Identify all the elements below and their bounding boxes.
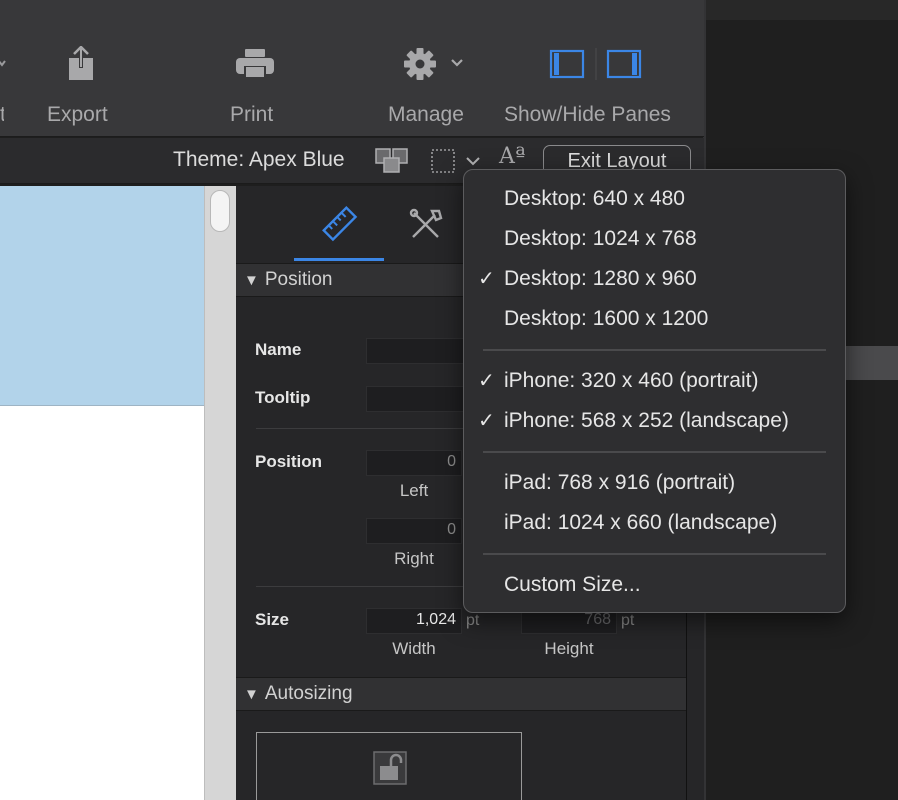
layout-header-part[interactable] (0, 186, 204, 406)
right-value: 0 (447, 521, 456, 538)
left-value: 0 (447, 453, 456, 470)
position-section-title: Position (264, 269, 333, 290)
menu-item-desktop-1024[interactable]: Desktop: 1024 x 768 (464, 221, 845, 257)
chevron-down-icon (451, 59, 463, 67)
print-button[interactable]: Print (220, 0, 290, 137)
menu-item-label: iPad: 1024 x 660 (landscape) (504, 511, 778, 534)
height-value: 768 (584, 611, 611, 628)
menu-separator (483, 553, 826, 555)
menu-item-ipad-portrait[interactable]: iPad: 768 x 916 (portrait) (464, 465, 845, 501)
menu-item-label: Desktop: 1600 x 1200 (504, 307, 709, 330)
autosizing-section-title: Autosizing (264, 683, 353, 704)
app-window: t Export Print Manage Show/Hide Panes Th… (0, 0, 898, 800)
clipped-toolbar-label: t (0, 103, 4, 126)
height-unit: pt (621, 612, 635, 629)
show-hide-panes-label: Show/Hide Panes (504, 103, 671, 126)
menu-item-label: Desktop: 1280 x 960 (504, 267, 697, 290)
manage-label: Manage (388, 103, 464, 126)
tooltip-label: Tooltip (255, 388, 311, 407)
left-label: Left (399, 481, 429, 500)
divider (256, 428, 486, 429)
main-toolbar: t Export Print Manage Show/Hide Panes (0, 0, 704, 137)
menu-item-desktop-1280[interactable]: ✓ Desktop: 1280 x 960 (464, 261, 845, 297)
layout-body-part[interactable] (0, 406, 204, 800)
lock-open-icon[interactable] (373, 751, 407, 785)
menu-item-iphone-landscape[interactable]: ✓ iPhone: 568 x 252 (landscape) (464, 403, 845, 439)
manage-button[interactable]: Manage (386, 0, 476, 137)
right-pane-selection-band (846, 346, 898, 380)
menu-item-custom-size[interactable]: Custom Size... (464, 567, 845, 603)
tooltip-field[interactable] (366, 386, 476, 412)
printer-icon (235, 44, 275, 84)
width-unit: pt (466, 612, 480, 629)
chevron-down-icon[interactable] (465, 156, 481, 166)
checkmark-icon: ✓ (478, 268, 495, 290)
menu-separator (483, 451, 826, 453)
menu-item-ipad-landscape[interactable]: iPad: 1024 x 660 (landscape) (464, 505, 845, 541)
menu-item-iphone-portrait[interactable]: ✓ iPhone: 320 x 460 (portrait) (464, 363, 845, 399)
checkmark-icon: ✓ (478, 410, 495, 432)
tools-icon[interactable] (408, 208, 444, 242)
disclosure-triangle-icon: ▼ (244, 686, 259, 703)
checkmark-icon: ✓ (478, 370, 495, 392)
active-tab-indicator (294, 258, 384, 261)
scrollbar-thumb[interactable] (210, 190, 230, 232)
menu-item-label: iPad: 768 x 916 (portrait) (504, 471, 736, 494)
size-label: Size (255, 610, 290, 629)
height-label: Height (544, 639, 594, 658)
menu-item-label: Desktop: 640 x 480 (504, 187, 685, 210)
vertical-scrollbar[interactable] (204, 186, 236, 800)
menu-item-label: Desktop: 1024 x 768 (504, 227, 697, 250)
font-size-icon[interactable]: Aª (499, 144, 525, 169)
menu-item-desktop-1600[interactable]: Desktop: 1600 x 1200 (464, 301, 845, 337)
menu-item-label: iPhone: 568 x 252 (landscape) (504, 409, 789, 432)
right-label: Right (394, 549, 434, 568)
menu-item-label: Custom Size... (504, 573, 641, 596)
layout-size-icon[interactable] (430, 148, 456, 174)
export-label: Export (47, 103, 108, 126)
theme-label[interactable]: Theme: Apex Blue (173, 148, 345, 172)
width-label: Width (392, 639, 436, 658)
autosizing-anchor-box (256, 732, 522, 800)
menu-item-desktop-640[interactable]: Desktop: 640 x 480 (464, 181, 845, 217)
menu-separator (483, 349, 826, 351)
theme-picker-icon[interactable] (375, 148, 409, 174)
ruler-icon[interactable] (322, 206, 358, 242)
position-label: Position (255, 452, 323, 471)
share-export-icon (66, 44, 96, 84)
menu-item-label: iPhone: 320 x 460 (portrait) (504, 369, 759, 392)
export-button[interactable]: Export (40, 0, 122, 137)
gear-icon (402, 44, 438, 84)
chevron-down-icon (0, 60, 6, 67)
autosizing-section-header[interactable]: ▼ Autosizing (236, 677, 686, 711)
width-value: 1,024 (415, 611, 456, 628)
disclosure-triangle-icon: ▼ (244, 272, 259, 289)
print-label: Print (230, 103, 274, 126)
name-label: Name (255, 340, 302, 359)
layout-size-menu: Desktop: 640 x 480 Desktop: 1024 x 768 ✓… (463, 169, 846, 613)
right-pane-top-bar (705, 0, 898, 20)
show-hide-panes-button[interactable]: Show/Hide Panes (504, 0, 688, 137)
panes-toggle-icon (548, 44, 644, 84)
name-field[interactable] (366, 338, 476, 364)
